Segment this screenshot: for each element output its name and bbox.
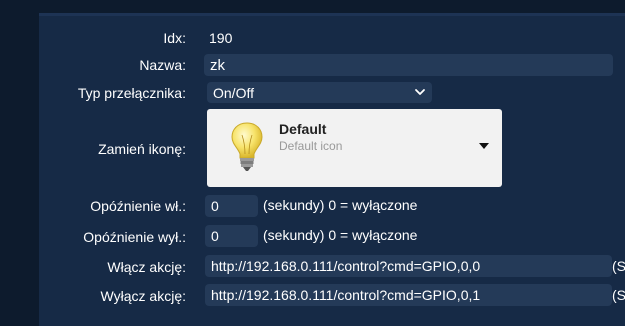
off-delay-label: Opóźnienie wył.: <box>83 229 186 245</box>
switch-type-select[interactable]: On/Off <box>207 82 432 103</box>
on-action-suffix-text: (S <box>612 258 625 274</box>
on-action-label: Włącz akcję: <box>107 259 186 275</box>
name-input-value: zk <box>210 56 225 74</box>
on-action-input-value: http://192.168.0.111/control?cmd=GPIO,0,… <box>211 258 481 274</box>
on-action-input[interactable]: http://192.168.0.111/control?cmd=GPIO,0,… <box>205 255 612 277</box>
name-label: Nazwa: <box>139 57 186 73</box>
on-delay-hint: (sekundy) 0 = wyłączone <box>263 197 418 213</box>
icon-picker-title: Default <box>279 121 327 137</box>
on-delay-input[interactable]: 0 <box>205 195 258 217</box>
off-action-suffix-text: (S <box>612 287 625 303</box>
icon-picker-subtitle: Default icon <box>279 139 343 153</box>
idx-value: 190 <box>209 30 233 46</box>
off-action-input[interactable]: http://192.168.0.111/control?cmd=GPIO,0,… <box>205 284 612 306</box>
off-action-label: Wyłącz akcję: <box>100 288 186 304</box>
on-action-suffix: (S <box>612 255 625 277</box>
name-input[interactable]: zk <box>204 54 613 76</box>
icon-label: Zamień ikonę: <box>98 141 186 157</box>
off-delay-hint: (sekundy) 0 = wyłączone <box>263 227 418 243</box>
on-delay-label: Opóźnienie wł.: <box>90 198 186 214</box>
dropdown-arrow-icon <box>479 143 489 149</box>
switch-type-selected-value: On/Off <box>213 84 254 101</box>
chevron-down-icon <box>415 89 425 95</box>
off-action-suffix: (S <box>612 284 625 306</box>
off-action-input-value: http://192.168.0.111/control?cmd=GPIO,0,… <box>211 287 481 303</box>
idx-label: Idx: <box>163 30 186 46</box>
icon-picker[interactable]: Default Default icon <box>207 109 502 187</box>
off-delay-input-value: 0 <box>211 228 219 244</box>
on-delay-input-value: 0 <box>211 198 219 214</box>
light-bulb-icon <box>231 122 263 171</box>
off-delay-input[interactable]: 0 <box>205 225 258 247</box>
switch-type-label: Typ przełącznika: <box>77 85 186 101</box>
